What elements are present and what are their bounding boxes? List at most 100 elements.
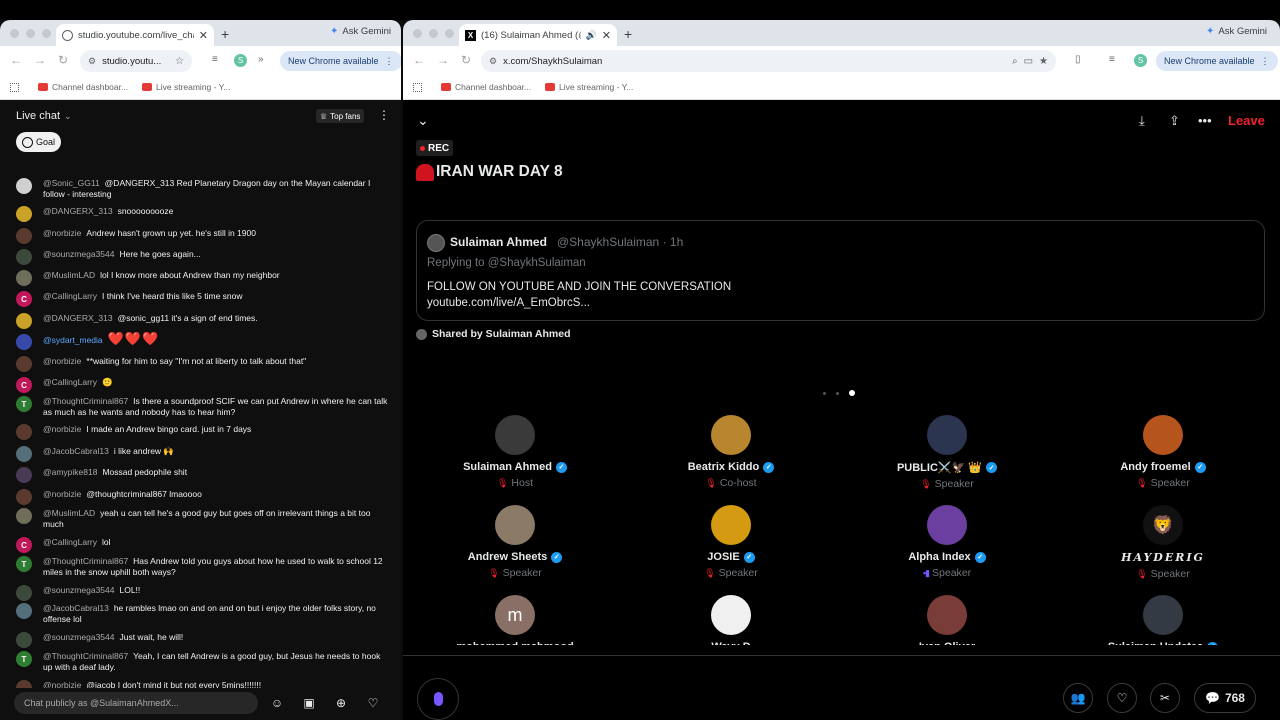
profile-avatar[interactable]: S <box>1134 54 1147 67</box>
minimize-window-button[interactable] <box>429 29 438 38</box>
forward-icon[interactable]: → <box>437 53 449 67</box>
share-icon[interactable]: ⇪ <box>1169 113 1180 129</box>
audio-playing-icon[interactable]: 🔊 <box>586 30 597 41</box>
top-fans-button[interactable]: ♕ Top fans <box>316 109 365 123</box>
avatar[interactable] <box>16 228 32 244</box>
avatar[interactable] <box>16 270 32 286</box>
avatar[interactable] <box>1143 595 1183 635</box>
reload-icon[interactable]: ↻ <box>461 53 471 67</box>
speaker-tile[interactable]: Beatrix Kiddo ✓ 🎙 Co-host <box>631 415 831 489</box>
minimize-window-button[interactable] <box>26 29 35 38</box>
new-tab-button[interactable]: + <box>624 26 632 42</box>
side-panel-icon[interactable]: ▯ <box>1075 54 1081 65</box>
close-window-button[interactable] <box>413 29 422 38</box>
chat-author[interactable]: @DANGERX_313 <box>43 313 113 323</box>
avatar[interactable]: C <box>16 291 32 307</box>
avatar[interactable] <box>711 505 751 545</box>
chat-author[interactable]: @JacobCabral13 <box>43 603 109 613</box>
media-icon[interactable]: ≡ <box>212 54 218 65</box>
chat-author[interactable]: @norbizie <box>43 489 81 499</box>
speaker-tile[interactable]: Sulaiman Updates ✓ <box>1063 595 1263 645</box>
chat-message-list[interactable]: @Sonic_GG11 @DANGERX_313 Red Planetary Dr… <box>0 155 401 698</box>
maximize-window-button[interactable] <box>445 29 454 38</box>
chat-author[interactable]: @CallingLarry <box>43 537 97 547</box>
people-icon[interactable]: 👥 <box>1063 683 1093 713</box>
comments-count-button[interactable]: 💬 768 <box>1194 683 1256 713</box>
new-tab-button[interactable]: + <box>221 26 229 42</box>
speaker-tile[interactable]: 🦁 HAYDERIG 🎙 Speaker <box>1063 505 1263 580</box>
speaker-tile[interactable]: Andrew Sheets ✓ 🎙 Speaker <box>415 505 615 579</box>
avatar[interactable] <box>927 415 967 455</box>
avatar[interactable] <box>16 249 32 265</box>
chat-author[interactable]: @JacobCabral13 <box>43 446 109 456</box>
avatar[interactable]: C <box>16 377 32 393</box>
avatar[interactable] <box>16 632 32 648</box>
chat-author[interactable]: @sounzmega3544 <box>43 249 114 259</box>
back-icon[interactable]: ← <box>10 53 22 67</box>
chat-input[interactable]: Chat publicly as @SulaimanAhmedX... <box>14 692 258 714</box>
reload-icon[interactable]: ↻ <box>58 53 68 67</box>
avatar[interactable] <box>495 415 535 455</box>
avatar[interactable]: T <box>16 396 32 412</box>
forward-icon[interactable]: → <box>34 53 46 67</box>
bookmark-star-icon[interactable]: ☆ <box>175 56 184 67</box>
avatar[interactable] <box>16 508 32 524</box>
close-tab-icon[interactable]: ✕ <box>602 29 611 42</box>
heart-icon[interactable]: ♡ <box>365 695 381 711</box>
speaker-tile[interactable]: Ivan Oliver <box>847 595 1047 645</box>
chat-more-icon[interactable]: ⋮ <box>378 108 390 122</box>
new-chrome-available-button[interactable]: New Chrome available ⋮ <box>1156 51 1278 71</box>
chat-author[interactable]: @norbizie <box>43 228 81 238</box>
avatar[interactable] <box>927 505 967 545</box>
bookmark-star-icon[interactable]: ★ <box>1039 56 1048 67</box>
avatar[interactable] <box>16 178 32 194</box>
chat-author[interactable]: @Sonic_GG11 <box>43 178 100 188</box>
chat-author[interactable]: @CallingLarry <box>43 377 97 387</box>
chat-author[interactable]: @MuslimLAD <box>43 508 95 518</box>
emoji-icon[interactable]: ☺ <box>269 695 285 711</box>
new-chrome-available-button[interactable]: New Chrome available ⋮ <box>280 51 401 71</box>
speaker-tile[interactable]: Andy froemel ✓ 🎙 Speaker <box>1063 415 1263 489</box>
clip-icon[interactable]: ✂ <box>1150 683 1180 713</box>
apps-grid-icon[interactable] <box>413 83 422 92</box>
tweet-link[interactable]: youtube.com/live/A_EmObrcS... <box>427 297 590 309</box>
install-app-icon[interactable]: ▭ <box>1024 56 1033 67</box>
close-window-button[interactable] <box>10 29 19 38</box>
maximize-window-button[interactable] <box>42 29 51 38</box>
page-dot[interactable] <box>823 391 826 395</box>
chat-author[interactable]: @MuslimLAD <box>43 270 95 280</box>
avatar[interactable] <box>16 424 32 440</box>
chat-author[interactable]: @amypike818 <box>43 467 97 477</box>
avatar[interactable] <box>16 334 32 350</box>
chat-author[interactable]: @DANGERX_313 <box>43 206 113 216</box>
avatar[interactable]: C <box>16 537 32 553</box>
avatar[interactable] <box>927 595 967 635</box>
avatar[interactable] <box>711 595 751 635</box>
tab-live-chat[interactable]: studio.youtube.com/live_chat ✕ <box>56 24 214 46</box>
live-chat-dropdown[interactable]: Live chat ⌄ <box>16 110 72 122</box>
chat-author[interactable]: @sounzmega3544 <box>43 632 114 642</box>
chat-author[interactable]: @sydart_media <box>43 335 103 345</box>
speaker-tile[interactable]: PUBLIC⚔️🦅 👑 ✓ 🎙 Speaker <box>847 415 1047 490</box>
avatar[interactable]: T <box>16 556 32 572</box>
avatar[interactable] <box>1143 415 1183 455</box>
media-icon[interactable]: ≡ <box>1109 54 1115 65</box>
chat-author[interactable]: @norbizie <box>43 356 81 366</box>
avatar[interactable] <box>16 356 32 372</box>
avatar[interactable]: T <box>16 651 32 667</box>
super-chat-icon[interactable]: ▣ <box>301 695 317 711</box>
profile-avatar[interactable]: S <box>234 54 247 67</box>
add-icon[interactable]: ⊕ <box>333 695 349 711</box>
avatar[interactable] <box>16 585 32 601</box>
avatar[interactable] <box>16 467 32 483</box>
extensions-chevron-icon[interactable]: » <box>258 54 264 65</box>
chat-author[interactable]: @ThoughtCriminal867 <box>43 651 128 661</box>
bookmark-live-streaming[interactable]: Live streaming - Y... <box>545 82 633 92</box>
avatar[interactable] <box>711 415 751 455</box>
bookmark-live-streaming[interactable]: Live streaming - Y... <box>142 82 230 92</box>
site-info-icon[interactable]: ⚙ <box>489 56 497 67</box>
chat-author[interactable]: @norbizie <box>43 424 81 434</box>
collapse-chevron-icon[interactable]: ⌄ <box>417 112 429 129</box>
speaker-tile[interactable]: m mohammed mahmood <box>415 595 615 645</box>
more-options-icon[interactable]: ••• <box>1198 113 1212 128</box>
